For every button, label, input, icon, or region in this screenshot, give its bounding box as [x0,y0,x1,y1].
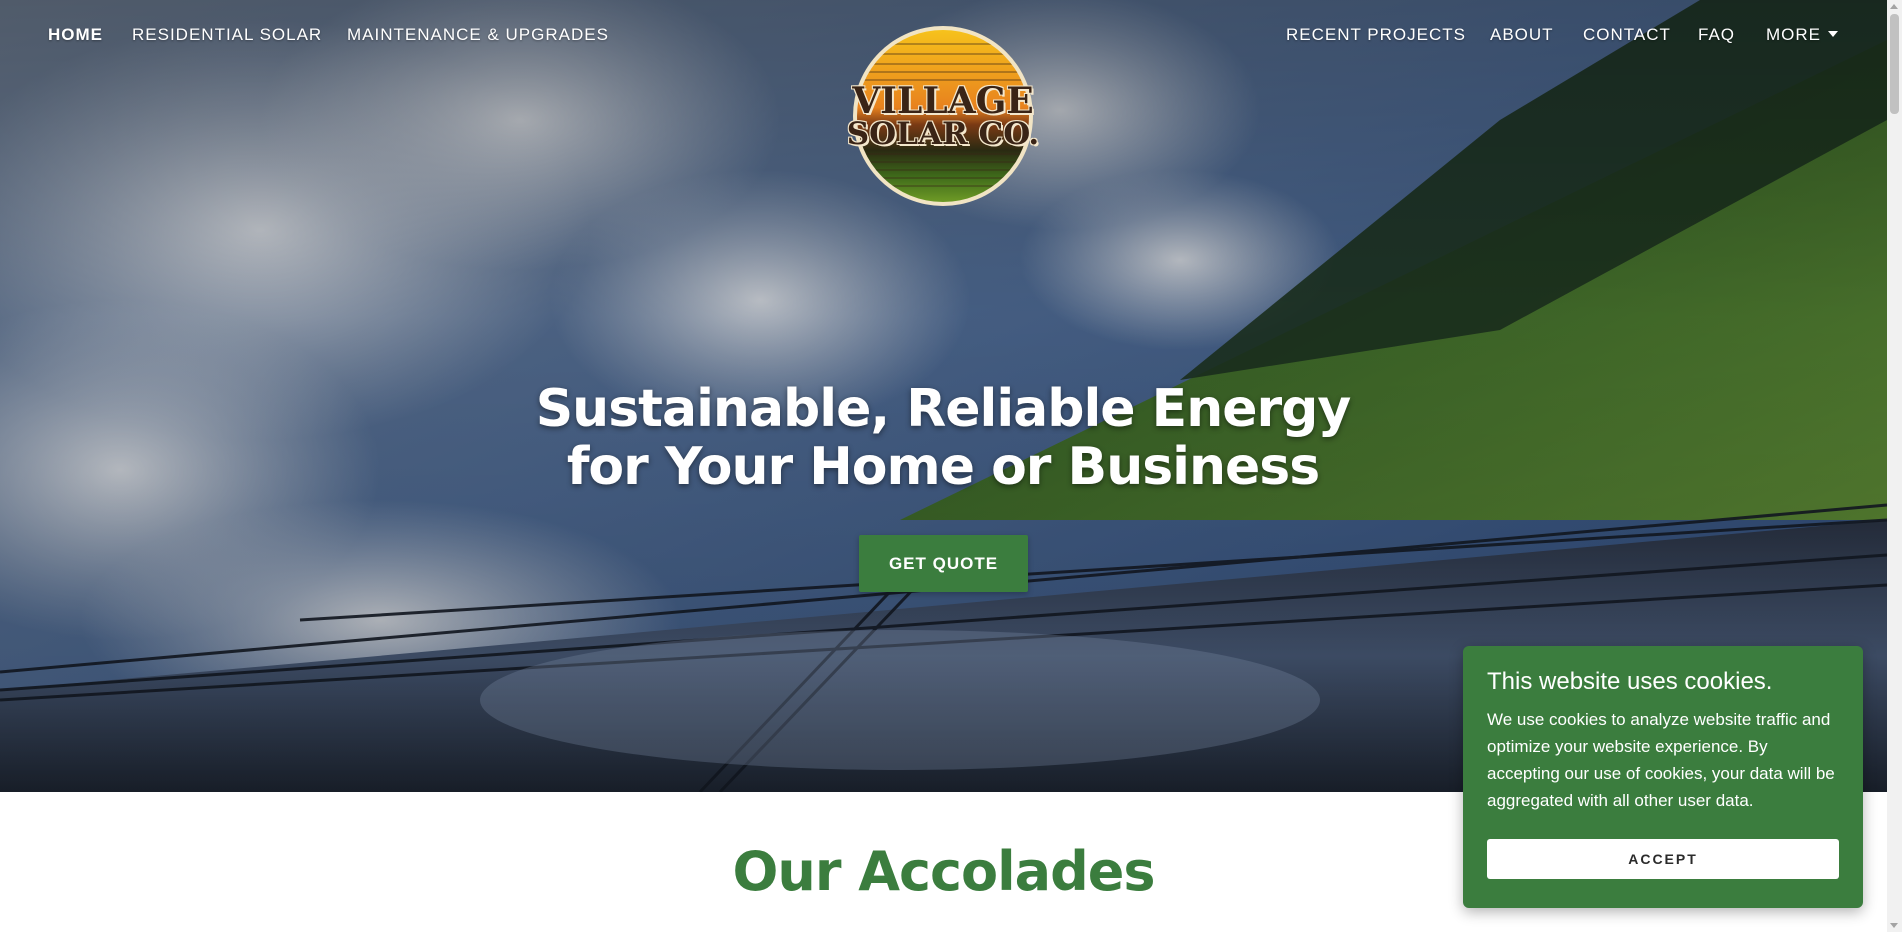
scroll-down-icon[interactable] [1890,923,1898,928]
chevron-down-icon [1828,31,1838,37]
cookie-banner: This website uses cookies. We use cookie… [1463,646,1863,908]
page-scrollbar[interactable] [1887,0,1902,932]
site-logo[interactable]: VILLAGE SOLAR CO. [840,24,1046,208]
cookie-title: This website uses cookies. [1487,668,1773,695]
nav-item-contact[interactable]: CONTACT [1583,25,1671,45]
nav-item-residential-solar[interactable]: RESIDENTIAL SOLAR [132,25,322,45]
cookie-accept-button[interactable]: ACCEPT [1487,839,1839,879]
nav-item-home[interactable]: HOME [48,25,103,45]
nav-item-recent-projects[interactable]: RECENT PROJECTS [1286,25,1466,45]
scrollbar-thumb[interactable] [1890,14,1899,114]
hero-headline: Sustainable, Reliable Energy for Your Ho… [443,380,1443,496]
nav-item-maintenance-upgrades[interactable]: MAINTENANCE & UPGRADES [347,25,609,45]
cookie-body: We use cookies to analyze website traffi… [1487,710,1835,810]
nav-item-more[interactable]: MORE [1766,25,1838,45]
page: HOME RESIDENTIAL SOLAR MAINTENANCE & UPG… [0,0,1902,932]
hero-headline-line1: Sustainable, Reliable Energy [535,379,1352,439]
scroll-up-icon[interactable] [1890,4,1898,9]
get-quote-button[interactable]: GET QUOTE [859,535,1028,592]
hero-headline-line2: for Your Home or Business [566,437,1320,497]
logo-text-line2: SOLAR CO. [846,116,1040,153]
nav-item-faq[interactable]: FAQ [1698,25,1735,45]
nav-item-more-label: MORE [1766,25,1821,44]
nav-item-about[interactable]: ABOUT [1490,25,1554,45]
